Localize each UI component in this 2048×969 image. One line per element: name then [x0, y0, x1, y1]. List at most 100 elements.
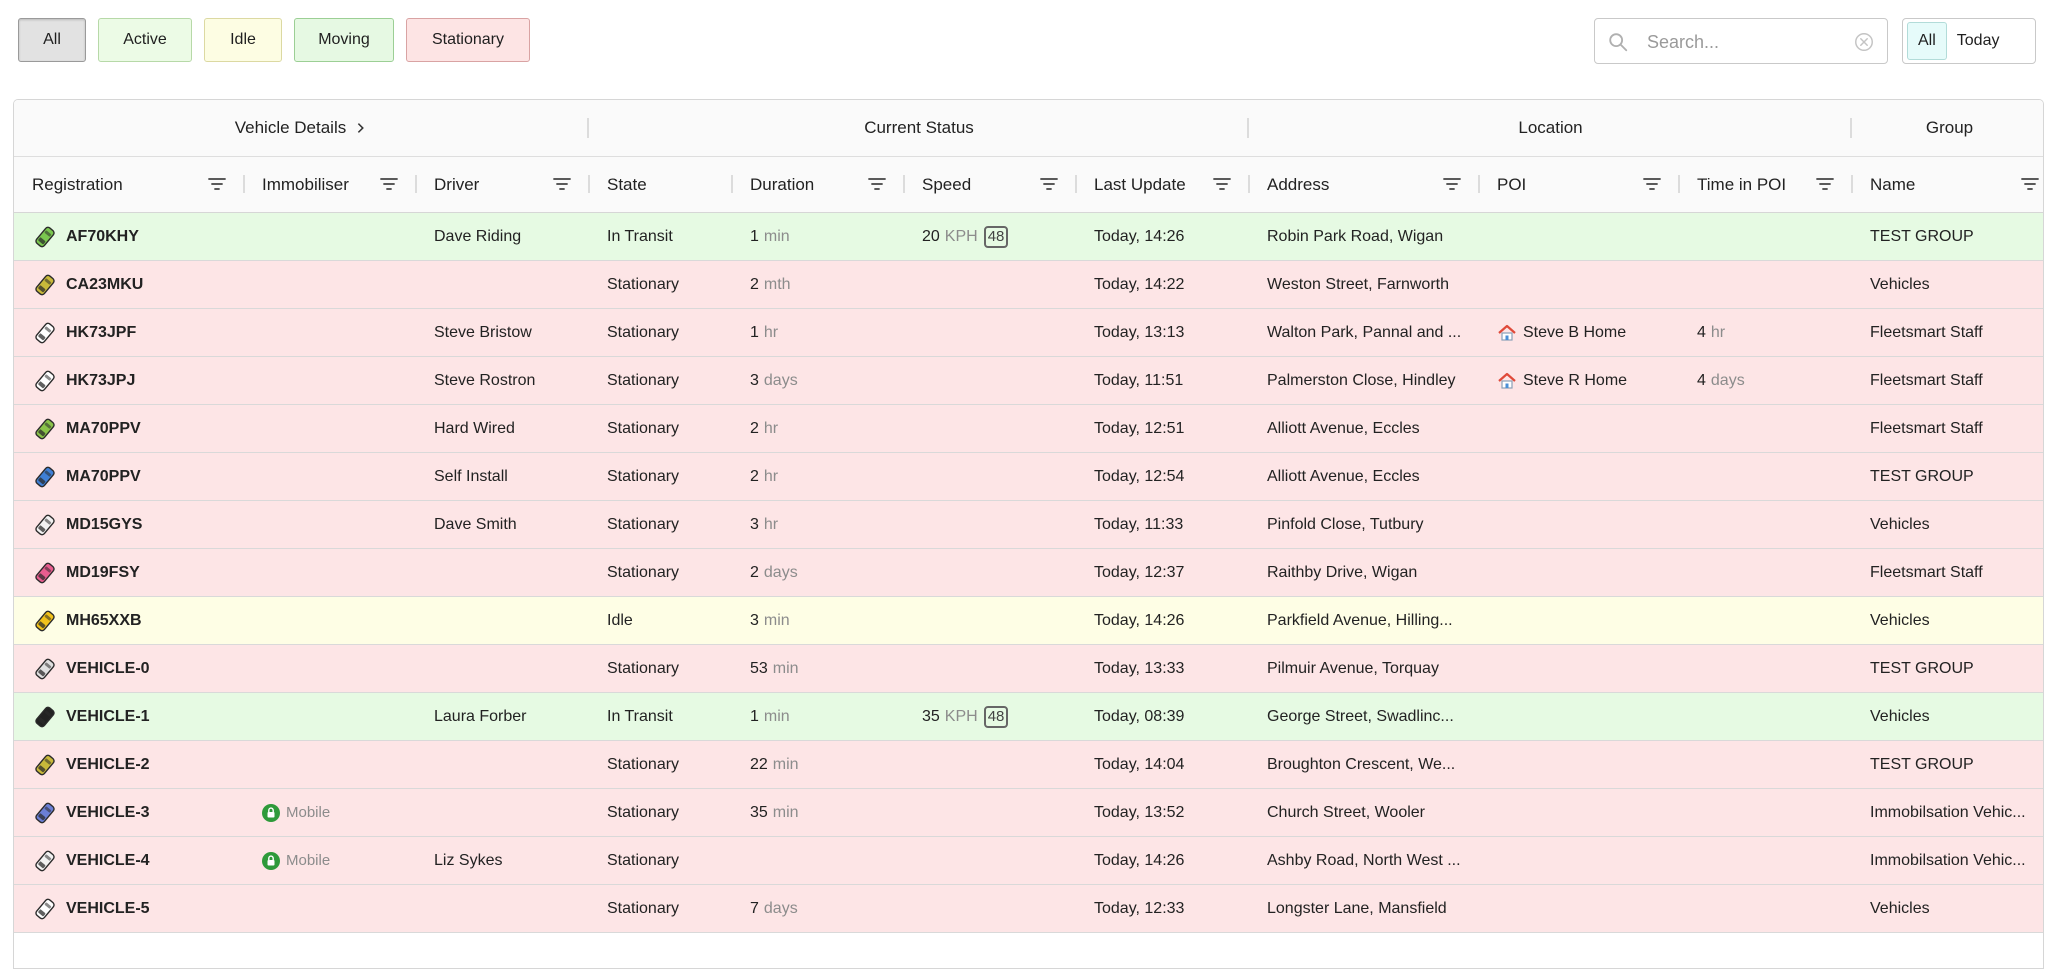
cell-address: George Street, Swadlinc... — [1249, 693, 1479, 740]
column-header-label: Address — [1267, 174, 1330, 194]
table-row[interactable]: VEHICLE-4 Mobile Liz Sykes Stationary Today,… — [14, 837, 2043, 885]
table-row[interactable]: VEHICLE-1 Laura Forber In Transit 1 min 35 KPH… — [14, 693, 2043, 741]
duration-value: 2 — [750, 419, 759, 437]
filter-icon[interactable] — [1213, 176, 1231, 192]
filter-active-button[interactable]: Active — [98, 18, 192, 62]
column-header-state[interactable]: State — [589, 157, 732, 212]
cell-poi — [1479, 645, 1679, 692]
filter-icon[interactable] — [553, 176, 571, 192]
period-today-button[interactable]: Today — [1947, 23, 2010, 59]
filter-icon[interactable] — [868, 176, 886, 192]
table-row[interactable]: MD19FSY Stationary 2 days Today, 12:37 Raithb… — [14, 549, 2043, 597]
filter-icon[interactable] — [1643, 176, 1661, 192]
last-update-text: Today, 12:54 — [1094, 467, 1185, 485]
cell-time-in-poi — [1679, 501, 1852, 548]
poi-text: Steve R Home — [1523, 371, 1628, 389]
table-row[interactable]: HK73JPF Steve Bristow Stationary 1 hr Today, … — [14, 309, 2043, 357]
speed-value: 20 — [922, 227, 940, 245]
duration-unit: hr — [763, 467, 779, 485]
filter-moving-button[interactable]: Moving — [294, 18, 394, 62]
chevron-right-icon[interactable] — [354, 121, 368, 135]
filter-icon[interactable] — [208, 176, 226, 192]
vehicle-icon — [35, 370, 55, 391]
group-name-text: TEST GROUP — [1870, 227, 1974, 245]
cell-registration: VEHICLE-2 — [14, 741, 244, 788]
state-text: Stationary — [607, 515, 680, 533]
column-divider[interactable] — [1075, 175, 1077, 193]
column-divider[interactable] — [243, 175, 245, 193]
cell-driver — [416, 741, 589, 788]
column-divider[interactable] — [1678, 175, 1680, 193]
table-row[interactable]: VEHICLE-0 Stationary 53 min Today, 13:33 Pilm… — [14, 645, 2043, 693]
cell-group-name: TEST GROUP — [1852, 453, 2043, 500]
registration-text: MH65XXB — [66, 611, 142, 629]
cell-registration: VEHICLE-1 — [14, 693, 244, 740]
table-row[interactable]: MH65XXB Idle 3 min Today, 14:26 Parkfield Ave… — [14, 597, 2043, 645]
filter-icon[interactable] — [1040, 176, 1058, 192]
table-row[interactable]: MA70PPV Hard Wired Stationary 2 hr Today, 12:… — [14, 405, 2043, 453]
cell-immobiliser — [244, 357, 416, 404]
column-divider[interactable] — [588, 175, 590, 193]
cell-registration: AF70KHY — [14, 213, 244, 260]
group-header-vehicle-details[interactable]: Vehicle Details — [14, 100, 589, 156]
column-divider[interactable] — [1851, 175, 1853, 193]
filter-stationary-button[interactable]: Stationary — [406, 18, 530, 62]
registration-text: VEHICLE-3 — [66, 803, 150, 821]
address-text: Longster Lane, Mansfield — [1267, 899, 1447, 917]
table-row[interactable]: AF70KHY Dave Riding In Transit 1 min 20 KPH 48 T… — [14, 213, 2043, 261]
driver-text: Hard Wired — [434, 419, 515, 437]
last-update-text: Today, 13:13 — [1094, 323, 1185, 341]
period-all-button[interactable]: All — [1907, 22, 1947, 60]
column-divider[interactable] — [903, 175, 905, 193]
cell-time-in-poi — [1679, 453, 1852, 500]
cell-group-name: Vehicles — [1852, 261, 2043, 308]
column-divider[interactable] — [415, 175, 417, 193]
cell-last-update: Today, 13:33 — [1076, 645, 1249, 692]
last-update-text: Today, 13:33 — [1094, 659, 1185, 677]
table-row[interactable]: VEHICLE-3 Mobile Stationary 35 min Today, 13:… — [14, 789, 2043, 837]
cell-immobiliser — [244, 261, 416, 308]
table-row[interactable]: MD15GYS Dave Smith Stationary 3 hr Today, 11:… — [14, 501, 2043, 549]
filter-icon[interactable] — [2021, 176, 2039, 192]
filter-idle-button[interactable]: Idle — [204, 18, 282, 62]
cell-last-update: Today, 12:37 — [1076, 549, 1249, 596]
cell-duration: 7 days — [732, 885, 904, 932]
column-divider[interactable] — [731, 175, 733, 193]
column-divider[interactable] — [1478, 175, 1480, 193]
cell-address: Parkfield Avenue, Hilling... — [1249, 597, 1479, 644]
filter-icon[interactable] — [380, 176, 398, 192]
last-update-text: Today, 11:33 — [1094, 515, 1184, 533]
table-row[interactable]: VEHICLE-5 Stationary 7 days Today, 12:33 Long… — [14, 885, 2043, 933]
column-header-group-name[interactable]: Name — [1852, 157, 2043, 212]
table-row[interactable]: MA70PPV Self Install Stationary 2 hr Today, 1… — [14, 453, 2043, 501]
state-text: Stationary — [607, 851, 680, 869]
cell-speed — [904, 501, 1076, 548]
cell-time-in-poi — [1679, 741, 1852, 788]
cell-group-name: TEST GROUP — [1852, 645, 2043, 692]
clear-search-icon[interactable] — [1853, 31, 1875, 53]
cell-driver — [416, 261, 589, 308]
cell-last-update: Today, 13:13 — [1076, 309, 1249, 356]
cell-group-name: Vehicles — [1852, 693, 2043, 740]
immobiliser-text: Mobile — [286, 804, 331, 821]
state-text: Idle — [607, 611, 633, 629]
cell-state: In Transit — [589, 213, 732, 260]
filter-icon[interactable] — [1816, 176, 1834, 192]
cell-driver — [416, 789, 589, 836]
cell-state: Stationary — [589, 789, 732, 836]
filter-all-button[interactable]: All — [18, 18, 86, 62]
table-row[interactable]: VEHICLE-2 Stationary 22 min Today, 14:04 Brou… — [14, 741, 2043, 789]
column-divider[interactable] — [1248, 175, 1250, 193]
cell-time-in-poi — [1679, 597, 1852, 644]
cell-registration: HK73JPF — [14, 309, 244, 356]
last-update-text: Today, 11:51 — [1094, 371, 1184, 389]
search-input[interactable] — [1645, 27, 1839, 57]
vehicle-icon — [35, 274, 55, 295]
cell-address: Pilmuir Avenue, Torquay — [1249, 645, 1479, 692]
cell-duration: 2 days — [732, 549, 904, 596]
cell-speed — [904, 261, 1076, 308]
filter-icon[interactable] — [1443, 176, 1461, 192]
table-row[interactable]: HK73JPJ Steve Rostron Stationary 3 days Today… — [14, 357, 2043, 405]
table-row[interactable]: CA23MKU Stationary 2 mth Today, 14:22 Weston … — [14, 261, 2043, 309]
address-text: Pinfold Close, Tutbury — [1267, 515, 1424, 533]
